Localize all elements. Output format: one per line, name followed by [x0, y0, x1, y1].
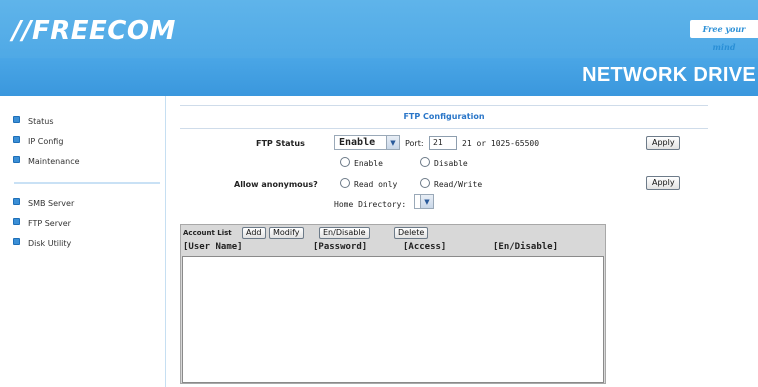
- bullet-icon: [13, 238, 20, 245]
- sidebar-divider: [14, 182, 160, 184]
- ftp-status-select[interactable]: Enable ▼: [334, 135, 400, 150]
- account-list-panel: Account List Add Modify En/Disable Delet…: [180, 224, 606, 384]
- anon-read-write-label: Read/Write: [434, 180, 483, 189]
- account-list-label: Account List: [183, 229, 232, 237]
- ftp-status-label: FTP Status: [256, 139, 305, 148]
- main-content: FTP Configuration FTP Status Enable ▼ Po…: [166, 96, 758, 387]
- sidebar-item-maintenance[interactable]: Maintenance: [13, 154, 80, 168]
- anon-disable-radio[interactable]: [420, 157, 430, 167]
- product-title: NETWORK DRIVE: [582, 64, 756, 86]
- home-directory-select[interactable]: ▼: [414, 194, 434, 209]
- port-hint: 21 or 1025-65500: [462, 139, 540, 148]
- bullet-icon: [13, 116, 20, 123]
- port-input[interactable]: 21: [429, 136, 457, 150]
- ftp-status-value: Enable: [339, 137, 376, 148]
- account-list-header: [User Name] [Password] [Access] [En/Disa…: [181, 241, 605, 255]
- anon-disable-label: Disable: [434, 159, 468, 168]
- sidebar-item-ip-config[interactable]: IP Config: [13, 134, 64, 148]
- sidebar-item-disk-utility[interactable]: Disk Utility: [13, 236, 72, 250]
- bullet-icon: [13, 198, 20, 205]
- sidebar-item-label: Maintenance: [28, 156, 80, 166]
- add-account-button[interactable]: Add: [242, 227, 266, 239]
- tagline-badge: Free your mind: [690, 20, 758, 52]
- sidebar-item-smb-server[interactable]: SMB Server: [13, 196, 75, 210]
- anon-enable-radio[interactable]: [340, 157, 350, 167]
- freecom-logo: //FREECOM: [12, 16, 176, 46]
- anon-read-write-radio[interactable]: [420, 178, 430, 188]
- sidebar-item-label: Status: [28, 116, 54, 126]
- header: //FREECOM Free your mind NETWORK DRIVE: [0, 0, 758, 96]
- column-header-user-name: [User Name]: [183, 242, 243, 252]
- anon-read-only-radio[interactable]: [340, 178, 350, 188]
- section-title: FTP Configuration: [180, 105, 708, 129]
- sidebar-item-status[interactable]: Status: [13, 114, 54, 128]
- modify-account-button[interactable]: Modify: [269, 227, 304, 239]
- sidebar-item-label: FTP Server: [28, 218, 71, 228]
- anon-enable-label: Enable: [354, 159, 383, 168]
- ftp-status-apply-button[interactable]: Apply: [646, 136, 680, 150]
- sidebar-item-ftp-server[interactable]: FTP Server: [13, 216, 71, 230]
- anonymous-apply-button[interactable]: Apply: [646, 176, 680, 190]
- sidebar-item-label: SMB Server: [28, 198, 75, 208]
- sidebar-item-label: Disk Utility: [28, 238, 72, 248]
- chevron-down-icon: ▼: [420, 195, 433, 208]
- home-directory-label: Home Directory:: [334, 200, 407, 209]
- allow-anonymous-label: Allow anonymous?: [234, 180, 318, 189]
- en-disable-account-button[interactable]: En/Disable: [319, 227, 370, 239]
- port-label: Port:: [405, 139, 424, 148]
- sidebar-item-label: IP Config: [28, 136, 64, 146]
- anon-read-only-label: Read only: [354, 180, 398, 189]
- bullet-icon: [13, 218, 20, 225]
- bullet-icon: [13, 136, 20, 143]
- account-list-box[interactable]: [182, 256, 604, 383]
- column-header-password: [Password]: [313, 242, 368, 252]
- bullet-icon: [13, 156, 20, 163]
- sidebar: Status IP Config Maintenance SMB Server …: [0, 96, 166, 387]
- chevron-down-icon: ▼: [386, 136, 399, 149]
- column-header-access: [Access]: [403, 242, 447, 252]
- delete-account-button[interactable]: Delete: [394, 227, 429, 239]
- column-header-en-disable: [En/Disable]: [493, 242, 559, 252]
